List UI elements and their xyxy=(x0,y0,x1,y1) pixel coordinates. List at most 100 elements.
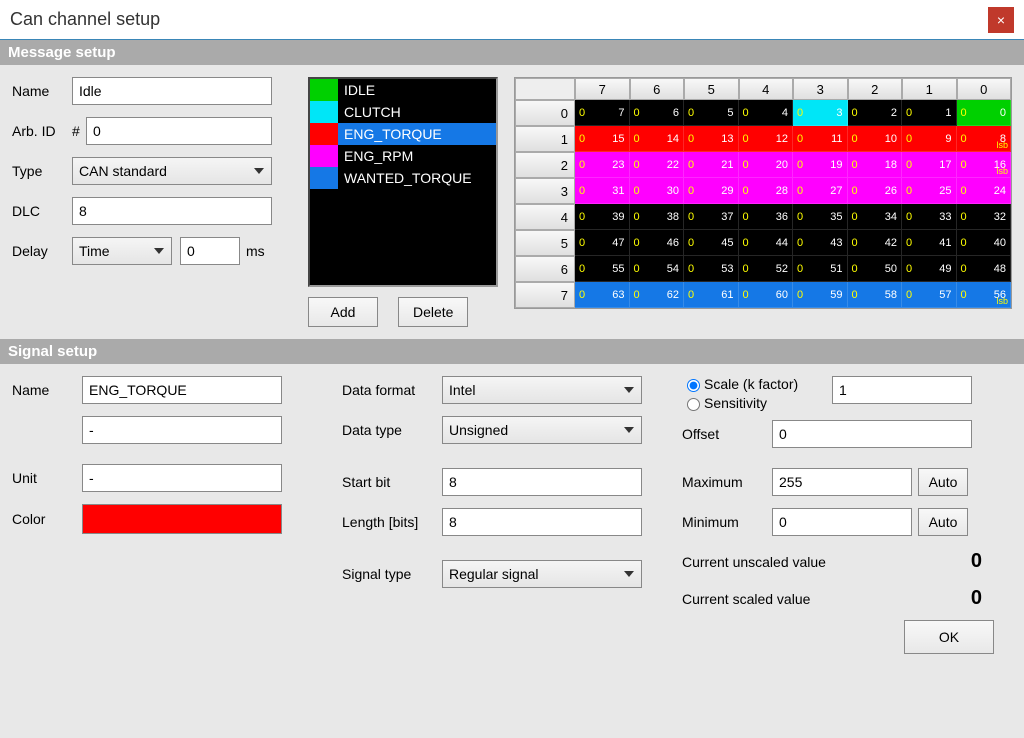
type-select[interactable]: CAN standard xyxy=(72,157,272,185)
grid-cell[interactable]: 06 xyxy=(630,100,685,126)
grid-cell[interactable]: 030 xyxy=(630,178,685,204)
minimum-input[interactable] xyxy=(772,508,912,536)
signal-list-item[interactable]: ENG_TORQUE xyxy=(310,123,496,145)
grid-cell[interactable]: 018 xyxy=(848,152,903,178)
grid-cell[interactable]: 039 xyxy=(575,204,630,230)
grid-cell[interactable]: 042 xyxy=(848,230,903,256)
grid-cell[interactable]: 028 xyxy=(739,178,794,204)
grid-cell[interactable]: 063 xyxy=(575,282,630,308)
grid-cell[interactable]: 035 xyxy=(793,204,848,230)
grid-cell[interactable]: 053 xyxy=(684,256,739,282)
auto-max-button[interactable]: Auto xyxy=(918,468,968,496)
scale-input[interactable] xyxy=(832,376,972,404)
grid-cell[interactable]: 012 xyxy=(739,126,794,152)
grid-cell[interactable]: 03 xyxy=(793,100,848,126)
signal-list-item[interactable]: IDLE xyxy=(310,79,496,101)
grid-cell[interactable]: 051 xyxy=(793,256,848,282)
data-format-select[interactable]: Intel xyxy=(442,376,642,404)
grid-cell[interactable]: 07 xyxy=(575,100,630,126)
grid-cell[interactable]: 061 xyxy=(684,282,739,308)
grid-cell[interactable]: 033 xyxy=(902,204,957,230)
grid-cell[interactable]: 050 xyxy=(848,256,903,282)
grid-cell[interactable]: 029 xyxy=(684,178,739,204)
arb-id-input[interactable] xyxy=(86,117,272,145)
grid-cell[interactable]: 020 xyxy=(739,152,794,178)
signal-list[interactable]: IDLECLUTCHENG_TORQUEENG_RPMWANTED_TORQUE xyxy=(308,77,498,287)
grid-cell[interactable]: 047 xyxy=(575,230,630,256)
grid-cell[interactable]: 057 xyxy=(902,282,957,308)
grid-cell[interactable]: 041 xyxy=(902,230,957,256)
grid-cell[interactable]: 022 xyxy=(630,152,685,178)
grid-cell[interactable]: 02 xyxy=(848,100,903,126)
grid-cell[interactable]: 037 xyxy=(684,204,739,230)
grid-cell[interactable]: 046 xyxy=(630,230,685,256)
grid-cell[interactable]: 049 xyxy=(902,256,957,282)
grid-cell[interactable]: 031 xyxy=(575,178,630,204)
add-signal-button[interactable]: Add xyxy=(308,297,378,327)
signal-list-item[interactable]: ENG_RPM xyxy=(310,145,496,167)
grid-cell[interactable]: 019 xyxy=(793,152,848,178)
grid-cell[interactable]: 059 xyxy=(793,282,848,308)
dlc-input[interactable] xyxy=(72,197,272,225)
signal-list-item[interactable]: CLUTCH xyxy=(310,101,496,123)
grid-cell[interactable]: 026 xyxy=(848,178,903,204)
grid-cell[interactable]: 056lsb xyxy=(957,282,1012,308)
grid-cell[interactable]: 025 xyxy=(902,178,957,204)
length-input[interactable] xyxy=(442,508,642,536)
grid-cell[interactable]: 013 xyxy=(684,126,739,152)
unscaled-value: 0 xyxy=(971,550,982,573)
grid-cell[interactable]: 036 xyxy=(739,204,794,230)
grid-cell[interactable]: 060 xyxy=(739,282,794,308)
start-bit-input[interactable] xyxy=(442,468,642,496)
grid-cell[interactable]: 038 xyxy=(630,204,685,230)
grid-cell[interactable]: 062 xyxy=(630,282,685,308)
grid-cell[interactable]: 044 xyxy=(739,230,794,256)
grid-cell[interactable]: 016lsb xyxy=(957,152,1012,178)
grid-cell[interactable]: 048 xyxy=(957,256,1012,282)
signal-type-select[interactable]: Regular signal xyxy=(442,560,642,588)
grid-cell[interactable]: 021 xyxy=(684,152,739,178)
grid-cell[interactable]: 014 xyxy=(630,126,685,152)
ok-button[interactable]: OK xyxy=(904,620,994,654)
grid-cell[interactable]: 054 xyxy=(630,256,685,282)
data-type-select[interactable]: Unsigned xyxy=(442,416,642,444)
grid-cell[interactable]: 034 xyxy=(848,204,903,230)
grid-cell[interactable]: 015 xyxy=(575,126,630,152)
grid-cell[interactable]: 045 xyxy=(684,230,739,256)
offset-input[interactable] xyxy=(772,420,972,448)
grid-cell[interactable]: 08lsb xyxy=(957,126,1012,152)
msg-name-input[interactable] xyxy=(72,77,272,105)
grid-cell[interactable]: 043 xyxy=(793,230,848,256)
sig-name-input[interactable] xyxy=(82,376,282,404)
grid-cell[interactable]: 09 xyxy=(902,126,957,152)
signal-list-item[interactable]: WANTED_TORQUE xyxy=(310,167,496,189)
grid-cell[interactable]: 052 xyxy=(739,256,794,282)
grid-cell[interactable]: 027 xyxy=(793,178,848,204)
auto-min-button[interactable]: Auto xyxy=(918,508,968,536)
grid-cell[interactable]: 04 xyxy=(739,100,794,126)
grid-cell[interactable]: 00 xyxy=(957,100,1012,126)
grid-cell[interactable]: 010 xyxy=(848,126,903,152)
maximum-input[interactable] xyxy=(772,468,912,496)
delay-value-input[interactable] xyxy=(180,237,240,265)
delay-mode-select[interactable]: Time xyxy=(72,237,172,265)
close-button[interactable]: × xyxy=(988,7,1014,33)
sig-desc-input[interactable] xyxy=(82,416,282,444)
unit-input[interactable] xyxy=(82,464,282,492)
grid-cell[interactable]: 017 xyxy=(902,152,957,178)
grid-cell[interactable]: 01 xyxy=(902,100,957,126)
grid-cell[interactable]: 024 xyxy=(957,178,1012,204)
grid-cell[interactable]: 05 xyxy=(684,100,739,126)
grid-row-header: 7 xyxy=(515,282,575,308)
grid-cell[interactable]: 058 xyxy=(848,282,903,308)
bit-grid[interactable]: 7654321000706050403020100101501401301201… xyxy=(514,77,1012,309)
color-swatch[interactable] xyxy=(82,504,282,534)
sensitivity-radio[interactable] xyxy=(687,398,700,411)
grid-cell[interactable]: 032 xyxy=(957,204,1012,230)
grid-cell[interactable]: 011 xyxy=(793,126,848,152)
delete-signal-button[interactable]: Delete xyxy=(398,297,468,327)
grid-cell[interactable]: 023 xyxy=(575,152,630,178)
grid-cell[interactable]: 040 xyxy=(957,230,1012,256)
grid-cell[interactable]: 055 xyxy=(575,256,630,282)
scale-radio[interactable] xyxy=(687,379,700,392)
